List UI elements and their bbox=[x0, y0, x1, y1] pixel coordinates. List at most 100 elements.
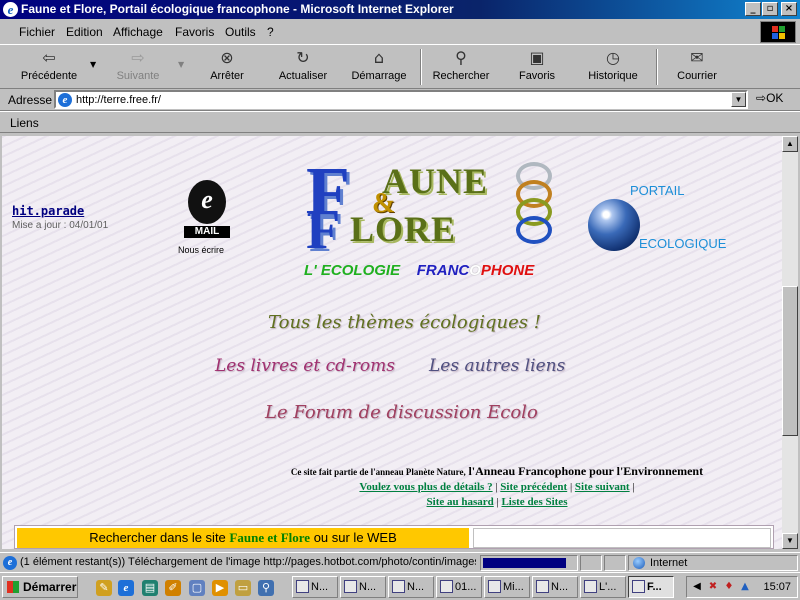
search-icon[interactable]: ⚲ bbox=[258, 580, 274, 596]
window-icon[interactable]: ▢ bbox=[189, 580, 205, 596]
webring-intro: Ce site fait partie de l'anneau Planète … bbox=[272, 464, 722, 480]
progress-fill bbox=[483, 558, 566, 568]
progress-bar bbox=[480, 555, 578, 571]
pen-icon[interactable]: ✐ bbox=[165, 580, 181, 596]
taskbar-button[interactable]: N... bbox=[388, 576, 434, 598]
random-site-link[interactable]: Site au hasard bbox=[427, 496, 494, 508]
title-bar[interactable]: e Faune et Flore, Portail écologique fra… bbox=[0, 0, 800, 19]
home-button[interactable]: ⌂ Démarrage bbox=[346, 47, 412, 87]
ie-logo-icon: e bbox=[3, 2, 18, 17]
menu-edition[interactable]: Edition bbox=[66, 25, 103, 39]
next-site-link[interactable]: Site suivant bbox=[575, 481, 630, 493]
start-label: Démarrer bbox=[23, 580, 77, 594]
status-text: (1 élément restant(s)) Téléchargement de… bbox=[20, 556, 476, 568]
vertical-scrollbar[interactable]: ▲ ▼ bbox=[782, 136, 798, 549]
separator: | bbox=[496, 496, 499, 508]
media-icon[interactable]: ▶ bbox=[212, 580, 228, 596]
themes-link[interactable]: Tous les thèmes écologiques ! bbox=[268, 312, 541, 333]
refresh-label: Actualiser bbox=[278, 70, 328, 82]
app-tray-icon[interactable]: ▲ bbox=[739, 581, 751, 593]
zone-label: Internet bbox=[650, 557, 688, 569]
history-button[interactable]: ◷ Historique bbox=[582, 47, 644, 87]
minimize-button[interactable]: _ bbox=[745, 2, 761, 16]
toolbar-separator bbox=[656, 49, 658, 85]
windows-logo-icon bbox=[760, 21, 796, 43]
search-panel[interactable] bbox=[473, 528, 771, 548]
tagline-ecologie: L' ECOLOGIE bbox=[304, 262, 401, 279]
webring-row-2: Site au hasard | Liste des Sites bbox=[272, 495, 722, 510]
taskbar-button[interactable]: N... bbox=[340, 576, 386, 598]
site-list-link[interactable]: Liste des Sites bbox=[501, 496, 567, 508]
taskbar-button[interactable]: N... bbox=[532, 576, 578, 598]
app-icon bbox=[488, 580, 501, 593]
home-label: Démarrage bbox=[351, 70, 407, 82]
menu-help[interactable]: ? bbox=[267, 25, 274, 39]
webring-prefix: Ce site fait partie de l'anneau Planète … bbox=[290, 467, 466, 477]
network-icon[interactable]: ✖ bbox=[707, 581, 719, 593]
menu-outils[interactable]: Outils bbox=[225, 25, 256, 39]
forum-link[interactable]: Le Forum de discussion Ecolo bbox=[265, 402, 538, 423]
menu-affichage[interactable]: Affichage bbox=[113, 25, 163, 39]
taskbar: Démarrer ✎ e ▤ ✐ ▢ ▶ ▭ ⚲ N... N... N... … bbox=[0, 572, 800, 600]
history-label: Historique bbox=[588, 70, 638, 82]
address-label: Adresse bbox=[8, 93, 53, 107]
go-button[interactable]: ⇨OK bbox=[756, 91, 783, 105]
scroll-thumb[interactable] bbox=[782, 286, 798, 436]
back-button[interactable]: ⇦ Précédente bbox=[12, 47, 86, 87]
menu-favoris[interactable]: Favoris bbox=[175, 25, 214, 39]
go-label: OK bbox=[766, 91, 784, 105]
page-icon: e bbox=[58, 93, 72, 107]
separator: | bbox=[632, 481, 635, 493]
address-input[interactable]: http://terre.free.fr/ bbox=[76, 94, 161, 106]
scroll-up-icon[interactable]: ▲ bbox=[782, 136, 798, 152]
clock[interactable]: 15:07 bbox=[763, 581, 791, 593]
ie-icon[interactable]: e bbox=[118, 580, 134, 596]
refresh-button[interactable]: ↻ Actualiser bbox=[270, 47, 336, 87]
taskbar-button[interactable]: N... bbox=[292, 576, 338, 598]
taskbar-button-label: N... bbox=[311, 581, 329, 593]
search-text-after: ou sur le WEB bbox=[313, 530, 397, 545]
close-button[interactable]: × bbox=[781, 2, 797, 16]
status-panel bbox=[604, 555, 626, 571]
back-dropdown-icon[interactable]: ▼ bbox=[90, 60, 96, 69]
forward-button[interactable]: ⇨ Suivante bbox=[104, 47, 172, 87]
search-row: Rechercher dans le site Faune et Flore o… bbox=[14, 525, 774, 549]
books-link[interactable]: Les livres et cd-roms bbox=[215, 356, 395, 376]
outlook-icon[interactable]: ✎ bbox=[96, 580, 112, 596]
menu-fichier[interactable]: Fichier bbox=[19, 25, 55, 39]
search-icon: ⚲ bbox=[455, 48, 467, 67]
search-label: Rechercher bbox=[432, 70, 490, 82]
taskbar-button[interactable]: 01... bbox=[436, 576, 482, 598]
taskbar-button[interactable]: L'... bbox=[580, 576, 626, 598]
address-dropdown-icon[interactable]: ▼ bbox=[731, 92, 746, 107]
home-icon: ⌂ bbox=[373, 48, 385, 67]
stop-button[interactable]: ⊗ Arrêter bbox=[196, 47, 258, 87]
favorites-button[interactable]: ▣ Favoris bbox=[512, 47, 562, 87]
forward-dropdown-icon[interactable]: ▼ bbox=[178, 60, 184, 69]
scroll-down-icon[interactable]: ▼ bbox=[782, 533, 798, 549]
mail-logo-icon[interactable]: e MAIL bbox=[180, 180, 234, 242]
start-button[interactable]: Démarrer bbox=[2, 576, 78, 598]
details-link[interactable]: Voulez vous plus de détails ? bbox=[359, 481, 492, 493]
maximize-button[interactable]: ▫ bbox=[762, 2, 778, 16]
tagline-phone: PHONE bbox=[480, 262, 535, 279]
address-field[interactable]: e http://terre.free.fr/ ▼ bbox=[54, 90, 748, 109]
desktop-icon[interactable]: ▤ bbox=[142, 580, 158, 596]
search-button[interactable]: ⚲ Rechercher bbox=[426, 47, 496, 87]
other-links-link[interactable]: Les autres liens bbox=[429, 356, 565, 376]
portal-label-top: PORTAIL bbox=[630, 183, 685, 198]
links-label[interactable]: Liens bbox=[10, 116, 39, 130]
folder-icon[interactable]: ▭ bbox=[235, 580, 251, 596]
favorites-icon: ▣ bbox=[529, 48, 545, 67]
hitparade-link[interactable]: hit.parade bbox=[12, 204, 84, 218]
volume-icon[interactable]: ◀ bbox=[691, 581, 703, 593]
taskbar-button[interactable]: Mi... bbox=[484, 576, 530, 598]
toolbar: ⇦ Précédente ▼ ⇨ Suivante ▼ ⊗ Arrêter ↻ … bbox=[0, 44, 800, 89]
alert-icon[interactable]: ♦ bbox=[723, 581, 735, 593]
taskbar-button-active[interactable]: F... bbox=[628, 576, 674, 598]
forward-label: Suivante bbox=[116, 70, 160, 82]
system-tray: ◀ ✖ ♦ ▲ 15:07 bbox=[686, 576, 798, 598]
mail-button[interactable]: ✉ Courrier bbox=[670, 47, 724, 87]
previous-site-link[interactable]: Site précédent bbox=[500, 481, 567, 493]
contact-link[interactable]: Nous écrire bbox=[178, 245, 224, 255]
